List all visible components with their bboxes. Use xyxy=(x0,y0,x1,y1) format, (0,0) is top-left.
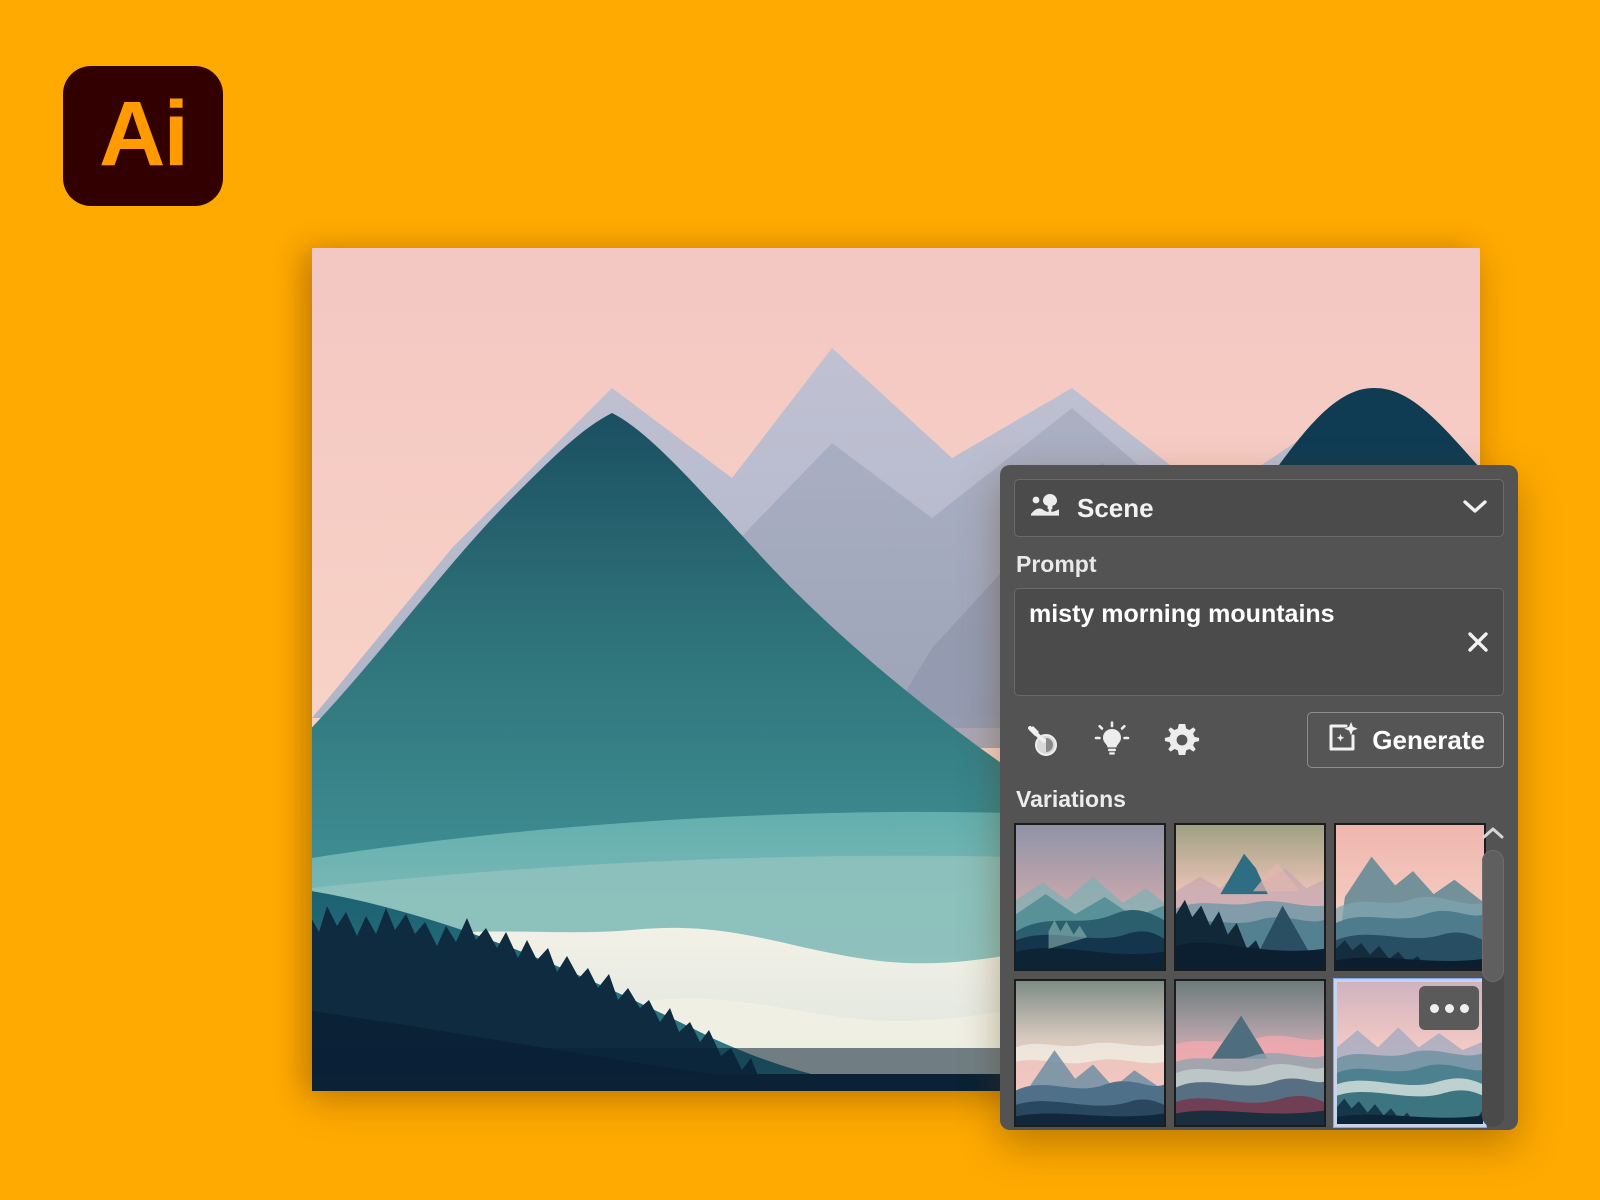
adobe-illustrator-logo-glyph: Ai xyxy=(99,83,189,185)
variations-label: Variations xyxy=(1016,786,1126,812)
prompt-input-value: misty morning mountains xyxy=(1029,600,1335,628)
dot xyxy=(1459,1003,1469,1013)
variation-thumbnail[interactable] xyxy=(1174,979,1326,1127)
lightbulb-icon[interactable] xyxy=(1084,715,1140,765)
variations-grid xyxy=(1014,823,1486,1127)
variation-thumbnail[interactable] xyxy=(1014,823,1166,971)
more-options-icon[interactable] xyxy=(1419,986,1479,1030)
generate-button[interactable]: Generate xyxy=(1307,712,1504,768)
panel-action-row: Generate xyxy=(1014,712,1504,768)
dot xyxy=(1444,1003,1454,1013)
dot xyxy=(1429,1003,1439,1013)
screenshot-root: Ai Scene Prompt misty morning mountains … xyxy=(0,0,1600,1200)
scrollbar-thumb[interactable] xyxy=(1482,850,1504,982)
prompt-label: Prompt xyxy=(1016,551,1097,577)
variation-thumbnail-selected[interactable] xyxy=(1334,979,1486,1127)
generate-sparkle-icon xyxy=(1326,721,1360,760)
style-reference-icon[interactable] xyxy=(1014,715,1070,765)
variation-thumbnail[interactable] xyxy=(1014,979,1166,1127)
variation-thumbnail[interactable] xyxy=(1334,823,1486,971)
scrollbar-track[interactable] xyxy=(1482,850,1504,1127)
close-x-icon[interactable] xyxy=(1463,627,1493,657)
scene-selector[interactable]: Scene xyxy=(1014,479,1504,537)
adobe-illustrator-logo[interactable]: Ai xyxy=(63,66,223,206)
gear-icon[interactable] xyxy=(1154,715,1210,765)
chevron-up-icon[interactable] xyxy=(1481,825,1505,846)
scene-selector-label: Scene xyxy=(1077,492,1154,523)
variations-scrollbar[interactable] xyxy=(1480,823,1506,1127)
generate-button-label: Generate xyxy=(1372,724,1485,755)
chevron-down-icon[interactable] xyxy=(1461,497,1489,520)
variations-area xyxy=(1014,823,1504,1127)
variation-thumbnail[interactable] xyxy=(1174,823,1326,971)
generative-ai-panel: Scene Prompt misty morning mountains Gen… xyxy=(1000,465,1518,1130)
prompt-input[interactable]: misty morning mountains xyxy=(1014,588,1504,696)
scene-landscape-icon xyxy=(1029,491,1063,526)
